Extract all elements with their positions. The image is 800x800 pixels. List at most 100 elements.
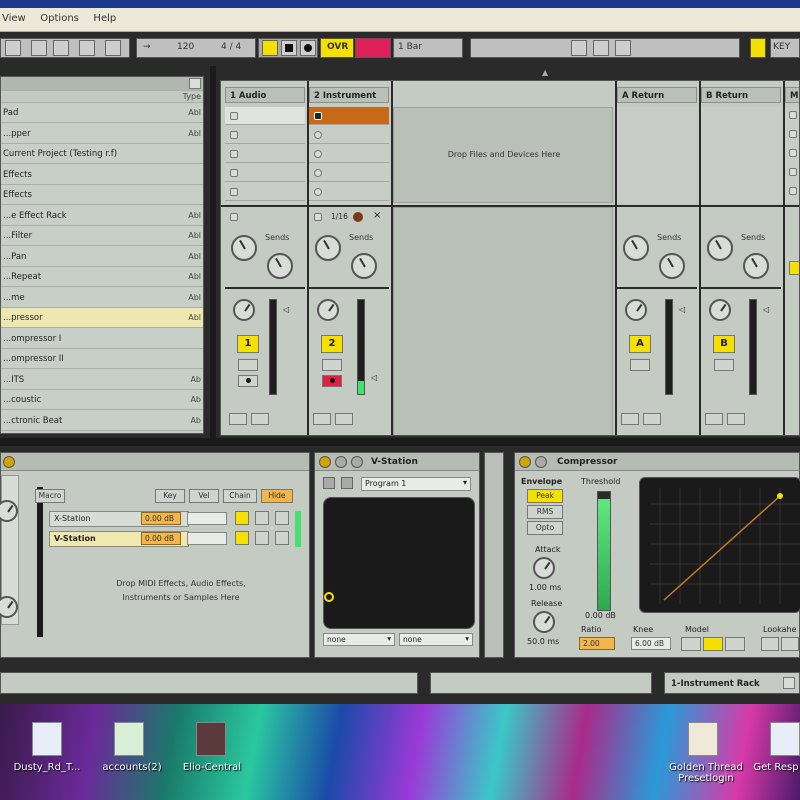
opto-button[interactable]: Opto (527, 521, 563, 535)
volume-meter[interactable] (749, 299, 757, 395)
close-icon[interactable]: × (373, 210, 381, 221)
volume-meter[interactable] (665, 299, 673, 395)
arm-button-active[interactable] (322, 375, 342, 387)
menu-options[interactable]: Options (40, 13, 79, 24)
chain-pan[interactable] (187, 512, 227, 525)
send-b-knob[interactable] (743, 253, 769, 279)
device-power-icon[interactable] (519, 456, 531, 468)
volume-arrow-icon[interactable]: ◁ (283, 305, 289, 314)
left-arrow-button[interactable] (705, 413, 723, 425)
track-header-master[interactable]: M (785, 87, 799, 103)
stop-clip-icon[interactable] (230, 188, 238, 196)
x-axis-select[interactable]: none ▾ (323, 633, 395, 646)
browser-row[interactable]: ...e Effect Rack Abl (1, 206, 203, 226)
key-button[interactable]: Key (155, 489, 185, 503)
track-activator-button[interactable]: 2 (321, 335, 343, 353)
collapse-icon[interactable] (535, 456, 547, 468)
vel-button[interactable]: Vel (189, 489, 219, 503)
document-icon[interactable] (32, 722, 62, 756)
pan-knob[interactable] (709, 299, 731, 321)
clip-slot[interactable] (309, 164, 389, 182)
model-fb-button[interactable] (725, 637, 745, 651)
macro-knob[interactable] (0, 500, 18, 522)
y-axis-select[interactable]: none ▾ (399, 633, 473, 646)
right-arrow-button[interactable] (251, 413, 269, 425)
solo-button[interactable] (630, 359, 650, 371)
desktop-icon-label[interactable]: Dusty_Rd_T... (4, 762, 90, 773)
io-toggle-icon[interactable] (230, 213, 238, 221)
device-power-icon[interactable] (3, 456, 15, 468)
device-power-icon[interactable] (319, 456, 331, 468)
browser-row[interactable]: Effects (1, 185, 203, 205)
ovr-button[interactable]: OVR (320, 38, 354, 58)
chain-selector-bar[interactable] (295, 511, 301, 547)
browser-row[interactable]: ...ompressor II (1, 349, 203, 369)
chain-activator-button[interactable] (235, 511, 249, 525)
clip-slot[interactable] (309, 126, 389, 144)
stop-clip-icon[interactable] (230, 131, 238, 139)
desktop-icon-label[interactable]: Elio-Central (172, 762, 252, 773)
browser-row[interactable]: Pad Abl (1, 103, 203, 123)
knee-value[interactable]: 6.00 dB (631, 637, 671, 650)
menu-help[interactable]: Help (93, 13, 116, 24)
chain-pan[interactable] (187, 532, 227, 545)
track-activator-button[interactable]: B (713, 335, 735, 353)
right-arrow-button[interactable] (727, 413, 745, 425)
document-icon[interactable] (688, 722, 718, 756)
browser-row[interactable]: ...me Abl (1, 288, 203, 308)
browser-row[interactable]: ...ompressor I (1, 329, 203, 349)
save-preset-icon[interactable] (341, 477, 353, 489)
punch-in-button[interactable] (593, 40, 609, 56)
left-arrow-button[interactable] (229, 413, 247, 425)
device-toggle-icon[interactable] (783, 677, 795, 689)
xy-pad[interactable] (323, 497, 475, 629)
plugin-edit-icon[interactable] (323, 477, 335, 489)
stop-clip-icon[interactable] (230, 150, 238, 158)
send-a-knob[interactable] (707, 235, 733, 261)
track-header-audio[interactable]: 1 Audio (225, 87, 305, 103)
midi-value[interactable]: 1/16 (331, 212, 348, 221)
chain-solo-button[interactable] (255, 511, 269, 525)
nudge-down-button[interactable] (31, 40, 47, 56)
browser-row[interactable]: ...coustic Ab (1, 390, 203, 410)
network-icon[interactable] (770, 722, 800, 756)
arm-button[interactable] (238, 375, 258, 387)
desktop-icon-label[interactable]: accounts(2) (92, 762, 172, 773)
right-arrow-button[interactable] (643, 413, 661, 425)
browser-row[interactable]: Effects (1, 165, 203, 185)
browser-row[interactable]: ...pper Abl (1, 124, 203, 144)
wrench-icon[interactable] (351, 456, 363, 468)
send-a-knob[interactable] (315, 235, 341, 261)
menu-view[interactable]: View (2, 13, 26, 24)
send-b-knob[interactable] (659, 253, 685, 279)
send-a-knob[interactable] (231, 235, 257, 261)
send-b-knob[interactable] (267, 253, 293, 279)
stop-clip-icon[interactable] (230, 169, 238, 177)
clip-slot[interactable] (225, 164, 305, 182)
selected-device-bar[interactable]: 1-Instrument Rack (664, 672, 800, 694)
threshold-value[interactable]: 0.00 dB (585, 611, 616, 620)
pan-knob[interactable] (233, 299, 255, 321)
attack-knob[interactable] (533, 557, 555, 579)
chain-volume[interactable]: 0.00 dB (141, 512, 181, 525)
send-a-knob[interactable] (623, 235, 649, 261)
left-arrow-button[interactable] (621, 413, 639, 425)
clip-slot[interactable] (225, 107, 305, 125)
release-knob[interactable] (533, 611, 555, 633)
record-clip-icon[interactable] (314, 169, 322, 177)
solo-button[interactable] (322, 359, 342, 371)
clip-slot[interactable] (309, 145, 389, 163)
send-b-knob[interactable] (351, 253, 377, 279)
key-box[interactable]: KEY (770, 38, 800, 58)
threshold-point[interactable] (777, 493, 783, 499)
browser-row[interactable]: ...ctronic Beat Ab (1, 411, 203, 431)
overdub-button[interactable] (355, 38, 391, 58)
attack-value[interactable]: 1.00 ms (529, 583, 561, 592)
track-header-return-b[interactable]: B Return (701, 87, 781, 103)
threshold-meter[interactable] (597, 491, 611, 611)
nudge-up-button[interactable] (53, 40, 69, 56)
rms-button[interactable]: RMS (527, 505, 563, 519)
volume-arrow-icon[interactable]: ◁ (763, 305, 769, 314)
loop-button[interactable] (571, 40, 587, 56)
chain-scrollbar[interactable] (37, 487, 43, 637)
